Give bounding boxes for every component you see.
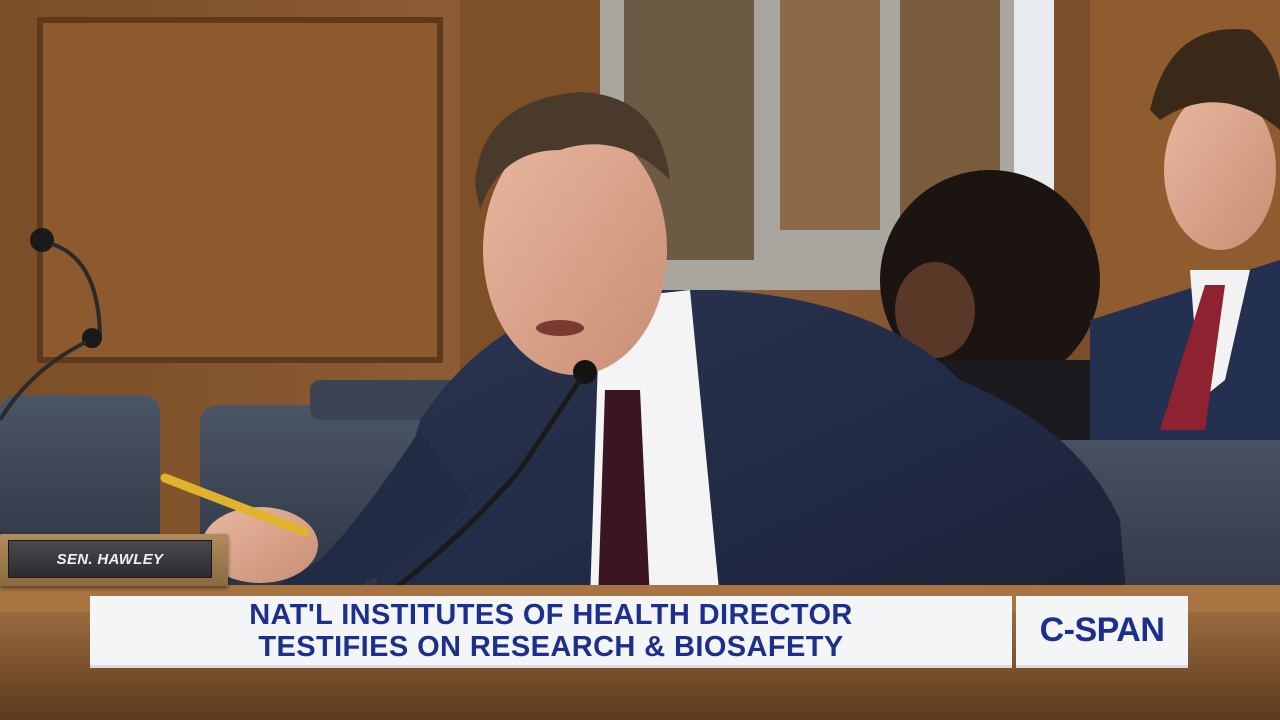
chyron-line-2: TESTIFIES ON RESEARCH & BIOSAFETY [258,630,844,663]
mic-left-top [30,228,54,252]
senator-mouth [536,320,584,336]
chyron: NAT'L INSTITUTES OF HEALTH DIRECTOR TEST… [90,596,1188,668]
nameplate-label-plate: SEN. HAWLEY [8,540,212,578]
nameplate: SEN. HAWLEY [0,534,228,586]
network-logo: C-SPAN [1016,596,1188,668]
chyron-line-1: NAT'L INSTITUTES OF HEALTH DIRECTOR [249,598,853,631]
network-logo-text: C-SPAN [1039,611,1165,649]
mic-left-lower [82,328,102,348]
mic-senator-head [573,360,597,384]
window-pane-2 [780,0,880,230]
video-frame: SEN. HAWLEY NAT'L INSTITUTES OF HEALTH D… [0,0,1280,720]
nameplate-text: SEN. HAWLEY [56,550,164,568]
wall-panel-left [37,17,443,363]
chyron-headline: NAT'L INSTITUTES OF HEALTH DIRECTOR TEST… [90,596,1012,668]
